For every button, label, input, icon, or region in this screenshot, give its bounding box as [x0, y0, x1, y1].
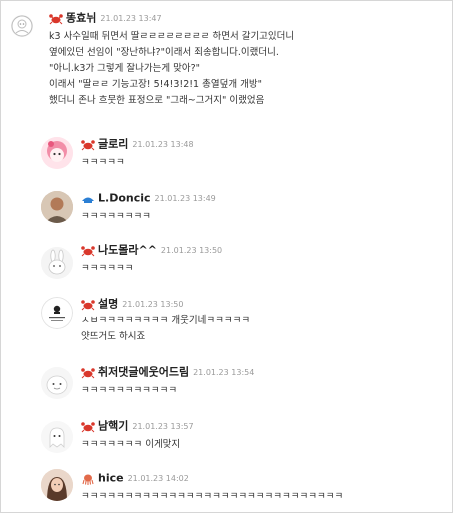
comment-meta: 글로리 21.01.23 13:48 — [81, 137, 194, 151]
comment-date: 21.01.23 13:48 — [132, 139, 194, 149]
crab-level-icon — [81, 299, 95, 310]
reply-item: 글로리 21.01.23 13:48 ㅋㅋㅋㅋㅋ — [1, 129, 452, 179]
comment-body: ㅋㅋㅋㅋㅋㅋㅋㅋㅋㅋㅋㅋㅋㅋㅋㅋㅋㅋㅋㅋㅋㅋㅋㅋㅋㅋㅋㅋㅋㅋ — [81, 489, 343, 505]
crab-level-icon — [49, 13, 63, 24]
comment-nickname[interactable]: 남핵기 — [98, 420, 128, 433]
comment-nickname[interactable]: L.Doncic — [98, 192, 151, 205]
comment-meta: L.Doncic 21.01.23 13:49 — [81, 191, 216, 205]
crab-level-icon — [81, 421, 95, 432]
comment-body: ㅋㅋㅋㅋㅋㅋㅋ 이게맞지 — [81, 437, 180, 453]
comment-item: 똥효뉘 21.01.23 13:47 k3 사수일때 뒤면서 딸ㄹㄹㄹㄹㄹㄹㄹㄹ … — [1, 1, 452, 121]
photo-avatar-icon[interactable] — [41, 469, 73, 501]
comment-line: ㅋㅋㅋㅋㅋㅋㅋㅋㅋㅋㅋㅋㅋㅋㅋㅋㅋㅋㅋㅋㅋㅋㅋㅋㅋㅋㅋㅋㅋㅋ — [81, 491, 344, 502]
comment-line: ㅋㅋㅋㅋㅋㅋㅋㅋㅋㅋㅋ — [81, 385, 178, 396]
comment-line: ㅋㅋㅋㅋㅋㅋ — [81, 263, 134, 274]
comment-line: k3 사수일때 뒤면서 딸ㄹㄹㄹㄹㄹㄹㄹㄹ 하면서 갈기고있더니 — [49, 31, 295, 42]
default-avatar-icon[interactable] — [11, 15, 33, 37]
comment-nickname[interactable]: 설명 — [98, 298, 118, 311]
comment-body: ㅋㅋㅋㅋㅋㅋㅋㅋ — [81, 209, 151, 225]
reply-item: 남핵기 21.01.23 13:57 ㅋㅋㅋㅋㅋㅋㅋ 이게맞지 — [1, 413, 452, 463]
octopus-level-icon — [82, 474, 94, 485]
logo-avatar-icon[interactable] — [41, 297, 73, 329]
comment-line: ㅋㅋㅋㅋㅋ — [81, 157, 125, 168]
comment-line: ㅋㅋㅋㅋㅋㅋㅋ 이게맞지 — [81, 439, 181, 450]
comment-line: ㅋㅋㅋㅋㅋㅋㅋㅋ — [81, 211, 151, 222]
comment-panel: 똥효뉘 21.01.23 13:47 k3 사수일때 뒤면서 딸ㄹㄹㄹㄹㄹㄹㄹㄹ … — [0, 0, 453, 513]
comment-line: 옆에있던 선임이 "장난하냐?"이래서 죄송합니다.이랬더니. — [49, 47, 279, 58]
comment-nickname[interactable]: 취저댓글에웃어드림 — [98, 366, 189, 379]
comment-meta: hice 21.01.23 14:02 — [81, 471, 189, 485]
comment-line: ㅅㅂㅋㅋㅋㅋㅋㅋㅋㅋ 개웃기네ㅋㅋㅋㅋㅋ — [81, 315, 251, 326]
comment-nickname[interactable]: hice — [98, 472, 124, 485]
comment-nickname[interactable]: 똥효뉘 — [66, 12, 96, 25]
comment-meta: 취저댓글에웃어드림 21.01.23 13:54 — [81, 365, 254, 379]
comment-date: 21.01.23 13:50 — [160, 245, 223, 255]
comment-meta: 나도몰라^^ 21.01.23 13:50 — [81, 243, 222, 257]
comment-date: 21.01.23 13:47 — [100, 13, 162, 23]
comment-body: ㅅㅂㅋㅋㅋㅋㅋㅋㅋㅋ 개웃기네ㅋㅋㅋㅋㅋ 얏뜨거도 하시죠 — [81, 313, 250, 345]
comment-nickname[interactable]: 나도몰라^^ — [98, 244, 157, 257]
comment-body: ㅋㅋㅋㅋㅋ — [81, 155, 125, 171]
comment-nickname[interactable]: 글로리 — [98, 138, 128, 151]
comment-date: 21.01.23 13:57 — [132, 421, 194, 431]
ghost-avatar-icon[interactable] — [41, 421, 73, 453]
comment-date: 21.01.23 13:50 — [122, 299, 184, 309]
comment-body: k3 사수일때 뒤면서 딸ㄹㄹㄹㄹㄹㄹㄹㄹ 하면서 갈기고있더니 옆에있던 선임… — [49, 29, 294, 109]
comment-meta: 남핵기 21.01.23 13:57 — [81, 419, 194, 433]
comment-line: 했더니 존나 흐뭇한 표정으로 "그래~그거지" 이랬었음 — [49, 95, 265, 106]
crab-level-icon — [81, 245, 95, 256]
blue-level-icon — [82, 197, 94, 203]
comment-date: 21.01.23 13:54 — [193, 367, 255, 377]
reply-item: 나도몰라^^ 21.01.23 13:50 ㅋㅋㅋㅋㅋㅋ — [1, 239, 452, 289]
crab-level-icon — [81, 139, 95, 150]
comment-date: 21.01.23 13:49 — [154, 193, 216, 203]
comment-body: ㅋㅋㅋㅋㅋㅋㅋㅋㅋㅋㅋ — [81, 383, 177, 399]
comment-date: 21.01.23 14:02 — [127, 473, 189, 483]
photo-avatar-icon[interactable] — [41, 191, 73, 223]
comment-line: "아니.k3가 그렇게 잘나가는게 맞아?" — [49, 63, 201, 74]
crab-level-icon — [81, 367, 95, 378]
comment-body: ㅋㅋㅋㅋㅋㅋ — [81, 261, 133, 277]
pink-character-avatar-icon[interactable] — [41, 137, 73, 169]
comment-line: 얏뜨거도 하시죠 — [81, 331, 146, 342]
reply-item: hice 21.01.23 14:02 ㅋㅋㅋㅋㅋㅋㅋㅋㅋㅋㅋㅋㅋㅋㅋㅋㅋㅋㅋㅋㅋ… — [1, 463, 452, 511]
blob-avatar-icon[interactable] — [41, 367, 73, 399]
comment-line: 이래서 "딸ㄹㄹ 기능고장! 5!4!3!2!1 총열덮개 개방" — [49, 79, 262, 90]
comment-meta: 설명 21.01.23 13:50 — [81, 297, 183, 311]
reply-item: 취저댓글에웃어드림 21.01.23 13:54 ㅋㅋㅋㅋㅋㅋㅋㅋㅋㅋㅋ — [1, 359, 452, 409]
reply-item: L.Doncic 21.01.23 13:49 ㅋㅋㅋㅋㅋㅋㅋㅋ — [1, 185, 452, 235]
reply-item: 설명 21.01.23 13:50 ㅅㅂㅋㅋㅋㅋㅋㅋㅋㅋ 개웃기네ㅋㅋㅋㅋㅋ 얏뜨… — [1, 291, 452, 351]
comment-meta: 똥효뉘 21.01.23 13:47 — [49, 11, 162, 25]
rabbit-avatar-icon[interactable] — [41, 247, 73, 279]
